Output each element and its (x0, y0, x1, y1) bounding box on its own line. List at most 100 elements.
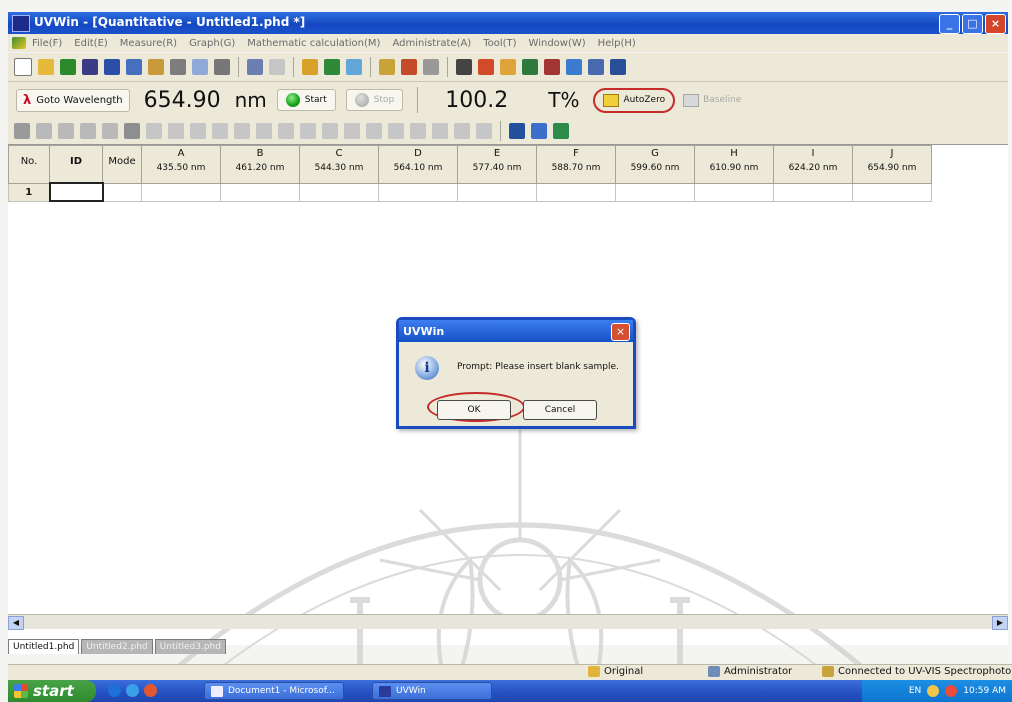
col-header-id[interactable]: ID (49, 145, 103, 184)
autozero-button[interactable]: AutoZero (603, 93, 665, 107)
cancel-button[interactable]: Cancel (523, 400, 597, 420)
task-uvwin[interactable]: UVWin (372, 682, 492, 700)
col-header-no[interactable]: No. (8, 145, 50, 184)
horizontal-scrollbar[interactable]: ◀ ▶ (8, 614, 1008, 630)
col-header-h[interactable]: H 610.90 nm (694, 145, 774, 184)
layout-icon[interactable] (80, 123, 96, 139)
baseline-button[interactable]: Baseline (683, 93, 741, 107)
range-icon[interactable] (146, 123, 162, 139)
valley-icon[interactable] (278, 123, 294, 139)
spectrum-icon[interactable] (379, 59, 395, 75)
marker-icon[interactable] (300, 123, 316, 139)
ie-icon[interactable] (108, 684, 121, 697)
print-icon[interactable] (170, 59, 186, 75)
menu-mathematic-calculation[interactable]: Mathematic calculation(M) (247, 38, 380, 49)
open-method-icon[interactable] (60, 59, 76, 75)
col-header-mode[interactable]: Mode (102, 145, 142, 184)
grid-icon[interactable] (610, 59, 626, 75)
tab-untitled2[interactable]: Untitled2.phd (81, 639, 153, 654)
delete-icon[interactable] (269, 59, 285, 75)
cell-j[interactable] (852, 182, 932, 202)
menu-file[interactable]: File(F) (32, 38, 62, 49)
stop-button[interactable]: Stop (345, 89, 404, 111)
menu-help[interactable]: Help(H) (598, 38, 636, 49)
open-file-icon[interactable] (38, 59, 54, 75)
menu-tool[interactable]: Tool(T) (483, 38, 516, 49)
ok-button[interactable]: OK (437, 400, 511, 420)
line-icon[interactable] (454, 123, 470, 139)
color-icon[interactable] (124, 123, 140, 139)
id-cell[interactable] (48, 182, 104, 202)
instrument-icon[interactable] (302, 59, 318, 75)
multi-window-icon[interactable] (566, 59, 582, 75)
cell-i[interactable] (773, 182, 853, 202)
goto-wavelength-button[interactable]: λ Goto Wavelength (16, 88, 130, 112)
task-document1[interactable]: Document1 - Microsof... (204, 682, 344, 700)
col-header-a[interactable]: A 435.50 nm (141, 145, 221, 184)
copy-icon[interactable] (247, 59, 263, 75)
method-icon[interactable] (324, 59, 340, 75)
col-header-f[interactable]: F 588.70 nm (536, 145, 616, 184)
tray-network-icon[interactable] (927, 685, 940, 697)
new-file-icon[interactable] (14, 58, 32, 76)
maximize-button[interactable]: □ (962, 14, 983, 34)
parameter-icon[interactable] (346, 59, 362, 75)
menu-administrate[interactable]: Administrate(A) (392, 38, 471, 49)
kinetics-icon[interactable] (500, 59, 516, 75)
list-icon[interactable] (58, 123, 74, 139)
align-icon[interactable] (36, 123, 52, 139)
window-split-icon[interactable] (531, 123, 547, 139)
row-number[interactable]: 1 (8, 182, 50, 202)
cell-g[interactable] (615, 182, 695, 202)
save-method-icon[interactable] (82, 59, 98, 75)
col-header-e[interactable]: E 577.40 nm (457, 145, 537, 184)
save-icon[interactable] (104, 59, 120, 75)
baseline-tool-icon[interactable] (344, 123, 360, 139)
tab-untitled3[interactable]: Untitled3.phd (154, 639, 226, 654)
pencil-icon[interactable] (234, 123, 250, 139)
cursor-icon[interactable] (168, 123, 184, 139)
tools-icon[interactable] (423, 59, 439, 75)
area-icon[interactable] (366, 123, 382, 139)
smooth-icon[interactable] (410, 123, 426, 139)
zoom-in-icon[interactable] (190, 123, 206, 139)
print-preview-icon[interactable] (192, 59, 208, 75)
col-header-d[interactable]: D 564.10 nm (378, 145, 458, 184)
scroll-right-icon[interactable]: ▶ (992, 616, 1008, 630)
mode-cell[interactable] (102, 182, 142, 202)
label-icon[interactable] (322, 123, 338, 139)
cell-a[interactable] (141, 182, 221, 202)
window-tile-icon[interactable] (509, 123, 525, 139)
cell-h[interactable] (694, 182, 774, 202)
menu-graph[interactable]: Graph(G) (189, 38, 235, 49)
media-icon[interactable] (126, 684, 139, 697)
curve-icon[interactable] (432, 123, 448, 139)
menu-edit[interactable]: Edit(E) (74, 38, 108, 49)
minimize-button[interactable]: _ (939, 14, 960, 34)
page-setup-icon[interactable] (214, 59, 230, 75)
peak-icon[interactable] (256, 123, 272, 139)
find-icon[interactable] (148, 59, 164, 75)
col-header-c[interactable]: C 544.30 nm (299, 145, 379, 184)
cell-b[interactable] (220, 182, 300, 202)
arrow-icon[interactable] (476, 123, 492, 139)
start-button[interactable]: Start (276, 89, 336, 111)
cell-f[interactable] (536, 182, 616, 202)
quantitative-icon[interactable] (522, 59, 538, 75)
language-indicator[interactable]: EN (909, 686, 921, 696)
col-header-i[interactable]: I 624.20 nm (773, 145, 853, 184)
menu-window[interactable]: Window(W) (529, 38, 586, 49)
zoom-out-icon[interactable] (212, 123, 228, 139)
col-header-b[interactable]: B 461.20 nm (220, 145, 300, 184)
start-button[interactable]: start (8, 680, 96, 702)
crosshair-icon[interactable] (14, 123, 30, 139)
photometric-icon[interactable] (478, 59, 494, 75)
clock[interactable]: 10:59 AM (963, 686, 1006, 696)
cell-d[interactable] (378, 182, 458, 202)
chart-icon[interactable] (456, 59, 472, 75)
table-icon[interactable] (588, 59, 604, 75)
col-header-j[interactable]: J 654.90 nm (852, 145, 932, 184)
save-as-icon[interactable] (126, 59, 142, 75)
fill-icon[interactable] (102, 123, 118, 139)
dialog-close-button[interactable]: × (611, 323, 630, 341)
